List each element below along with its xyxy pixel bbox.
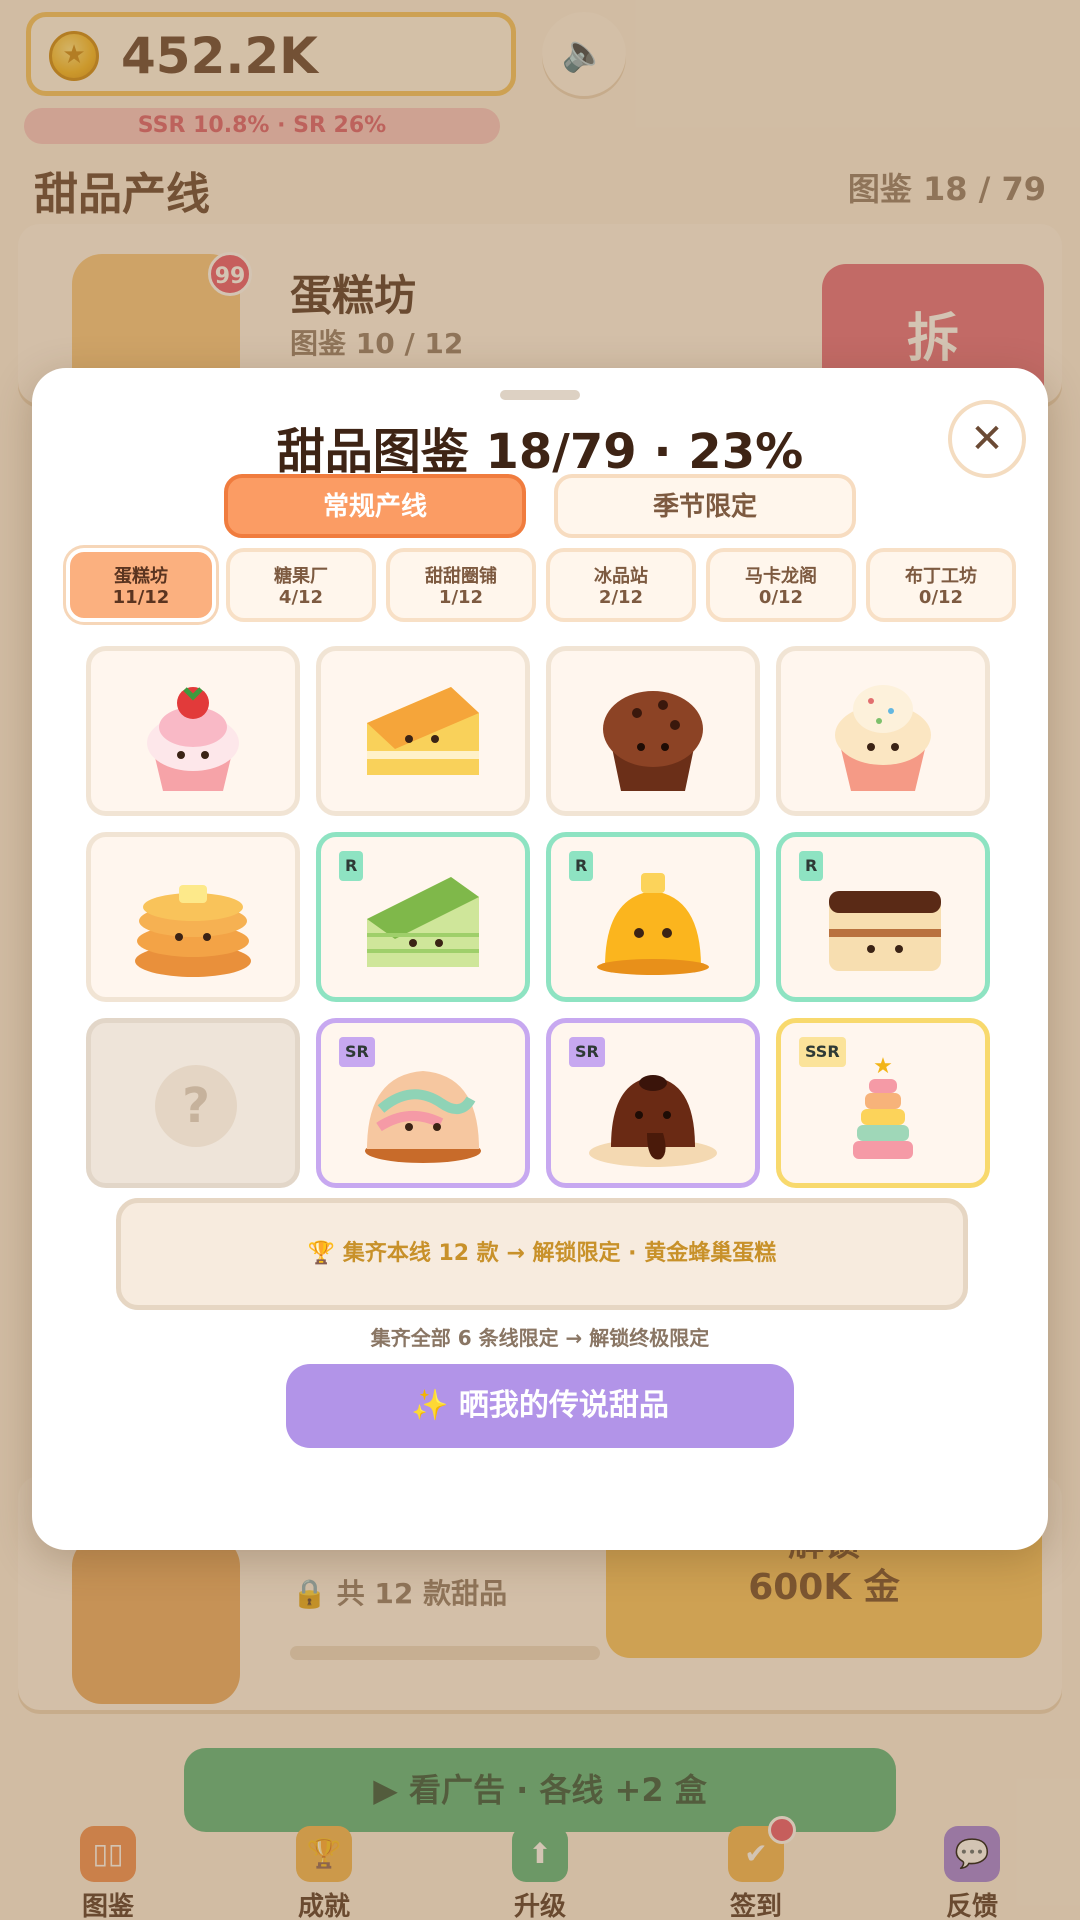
sweet-cell[interactable]: [86, 646, 300, 816]
sweet-cell[interactable]: [86, 832, 300, 1002]
close-icon: ✕: [970, 416, 1004, 462]
svg-text:★: ★: [873, 1054, 893, 1079]
sweet-cell[interactable]: SSR ★: [776, 1018, 990, 1188]
line-chip-cake-shop[interactable]: 蛋糕坊 11/12: [66, 548, 216, 622]
sweet-cell[interactable]: R: [316, 832, 530, 1002]
tab-regular-lines[interactable]: 常规产线: [224, 474, 526, 538]
sweet-cell[interactable]: [546, 646, 760, 816]
tiramisu-icon: [829, 891, 941, 971]
sweet-cell[interactable]: SR: [546, 1018, 760, 1188]
collection-modal: 甜品图鉴 18/79 · 23% ✕ 常规产线 季节限定 蛋糕坊 11/12 糖…: [32, 368, 1048, 1550]
matcha-crepe-cake-icon: [367, 877, 479, 967]
tab-seasonal[interactable]: 季节限定: [554, 474, 856, 538]
rainbow-bun-icon: [365, 1071, 481, 1163]
locked-cell: ?: [86, 1018, 300, 1188]
line-complete-reward: 🏆 集齐本线 12 款 → 解锁限定 · 黄金蜂巢蛋糕: [116, 1198, 968, 1310]
line-chip-candy[interactable]: 糖果厂 4/12: [226, 548, 376, 622]
close-button[interactable]: ✕: [948, 400, 1026, 478]
strawberry-cupcake-icon: [147, 687, 239, 791]
sweet-cell[interactable]: [316, 646, 530, 816]
sweet-cell[interactable]: R: [546, 832, 760, 1002]
tiered-rainbow-cake-icon: ★: [853, 1054, 913, 1159]
pancake-stack-icon: [135, 885, 251, 977]
drag-handle[interactable]: [500, 390, 580, 400]
final-unlock-note: 集齐全部 6 条线限定 → 解锁终极限定: [370, 1326, 710, 1350]
lava-cake-icon: [589, 1075, 717, 1167]
modal-title: 甜品图鉴 18/79 · 23%: [276, 424, 804, 480]
share-legendary-button[interactable]: ✨ 晒我的传说甜品: [286, 1364, 794, 1448]
sprinkle-cupcake-icon: [835, 685, 931, 791]
line-chip-donut[interactable]: 甜甜圈铺 1/12: [386, 548, 536, 622]
chocolate-muffin-icon: [603, 691, 703, 791]
custard-pudding-icon: [597, 873, 709, 975]
sweet-cell[interactable]: [776, 646, 990, 816]
question-mark-icon: ?: [155, 1065, 237, 1147]
line-chip-macaron[interactable]: 马卡龙阁 0/12: [706, 548, 856, 622]
line-chip-ice[interactable]: 冰品站 2/12: [546, 548, 696, 622]
line-chip-pudding[interactable]: 布丁工坊 0/12: [866, 548, 1016, 622]
sweet-cell[interactable]: R: [776, 832, 990, 1002]
sweet-cell[interactable]: SR: [316, 1018, 530, 1188]
cake-slice-icon: [367, 687, 479, 775]
